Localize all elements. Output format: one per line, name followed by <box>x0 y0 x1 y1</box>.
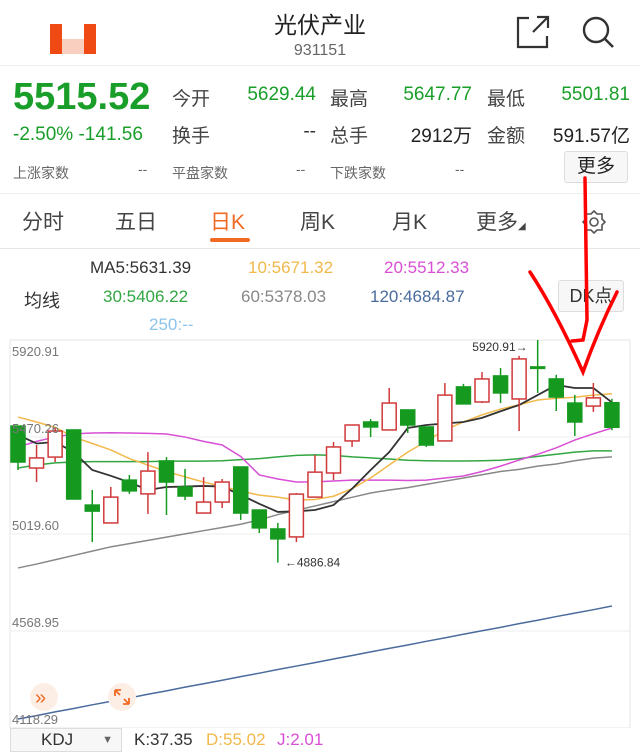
kdj-j-value: J:2.01 <box>277 730 324 749</box>
tab-more-label: 更多 <box>476 211 518 234</box>
up-count-value: -- <box>138 161 148 177</box>
tab-monthly-k[interactable]: 月K <box>392 206 427 236</box>
amount-label: 金额 <box>487 126 526 147</box>
tab-daily-k[interactable]: 日K <box>210 206 245 236</box>
candle-body <box>251 509 268 529</box>
last-price: 5515.52 <box>13 76 151 118</box>
tab-intraday[interactable]: 分时 <box>22 206 64 236</box>
candle-body <box>270 528 286 540</box>
high-value: 5647.77 <box>403 84 472 105</box>
y-tick-label: 5470.26 <box>12 421 59 436</box>
y-tick-label: 4118.29 <box>12 712 58 727</box>
y-tick-label: 5019.60 <box>12 518 59 533</box>
up-count-label: 上涨家数 <box>13 165 69 181</box>
turnover-value: -- <box>303 121 316 142</box>
kdj-d-value: D:55.02 <box>206 730 266 749</box>
candle-body <box>585 397 602 407</box>
share-icon[interactable] <box>515 14 551 50</box>
candle-body <box>158 460 175 483</box>
settings-gear-icon[interactable] <box>581 209 607 235</box>
candle-body <box>214 481 230 503</box>
candle-body <box>103 496 119 524</box>
tab-more[interactable]: 更多◢ <box>476 206 526 236</box>
turnover-label: 换手 <box>172 126 211 147</box>
candle-body <box>362 421 379 428</box>
ma30-value: 30:5406.22 <box>103 287 189 306</box>
candle-body <box>232 466 249 514</box>
change-abs: -141.56 <box>78 124 143 145</box>
candle-body <box>65 429 82 500</box>
ma20-value: 20:5512.33 <box>384 258 470 277</box>
candle-body <box>140 470 156 495</box>
dropdown-triangle-icon: ◢ <box>518 221 526 232</box>
candle-body <box>529 366 546 370</box>
amount-value: 591.57亿 <box>552 126 630 147</box>
candle-body <box>288 493 305 538</box>
expand-chart-button[interactable] <box>108 683 136 711</box>
low-label: 最低 <box>487 89 526 110</box>
volume-value: 2912万 <box>410 126 472 147</box>
header: 光伏产业 931151 <box>0 0 640 66</box>
ma5-value: MA5:5631.39 <box>90 258 192 277</box>
candle-body <box>381 402 397 431</box>
candle-body <box>307 471 323 498</box>
candle-body <box>567 402 583 423</box>
ma60-value: 60:5378.03 <box>241 287 327 306</box>
candle-body <box>492 375 509 394</box>
ma120-line <box>17 605 613 720</box>
candle-body <box>325 446 342 474</box>
double-chevron-icon: » <box>35 687 46 709</box>
flat-count-label: 平盘家数 <box>172 165 228 181</box>
candle-body <box>84 504 100 512</box>
candle-body <box>195 501 212 514</box>
tab-five-day[interactable]: 五日 <box>115 206 157 236</box>
active-tab-indicator <box>210 238 250 242</box>
tab-weekly-k[interactable]: 周K <box>300 206 335 236</box>
y-tick-label: 5920.91 <box>12 344 59 359</box>
indicator-select[interactable]: KDJ ▼ <box>10 728 122 752</box>
price-change: -2.50% -141.56 <box>13 124 143 146</box>
more-quote-button[interactable]: 更多 <box>564 151 628 183</box>
down-count-label: 下跌家数 <box>330 165 386 181</box>
min-price-label: ←4886.84 <box>285 556 341 570</box>
candle-body <box>28 457 45 469</box>
candle-body <box>455 386 472 405</box>
down-count-value: -- <box>455 161 465 177</box>
ma120-value: 120:4684.87 <box>370 287 465 306</box>
candle-body <box>121 479 138 492</box>
candle-body <box>511 358 527 400</box>
high-label: 最高 <box>330 89 369 110</box>
candle-body <box>400 409 416 426</box>
dk-point-button[interactable]: DK点 <box>558 280 624 312</box>
candle-body <box>474 378 490 403</box>
ma250-value: 250:-- <box>149 315 194 334</box>
candlestick-chart[interactable]: 5920.91 5470.26 5019.60 4568.95 4118.29 5920.… <box>0 336 640 728</box>
open-value: 5629.44 <box>247 84 316 105</box>
flat-count-value: -- <box>296 161 306 177</box>
period-tabs: 分时 五日 日K 周K 月K 更多◢ <box>0 193 640 249</box>
y-tick-label: 4568.95 <box>12 615 59 630</box>
max-price-label: 5920.91→ <box>472 340 527 354</box>
search-icon[interactable] <box>580 14 616 50</box>
candle-body <box>548 378 564 398</box>
ma-legend-title: 均线 <box>24 291 60 311</box>
candle-body <box>177 486 193 497</box>
dropdown-arrow-icon: ▼ <box>102 734 113 746</box>
open-label: 今开 <box>172 89 211 110</box>
candle-body <box>604 401 620 429</box>
change-pct: -2.50% <box>13 124 74 145</box>
candle-body <box>437 394 453 442</box>
kdj-k-value: K:37.35 <box>134 730 193 749</box>
low-value: 5501.81 <box>561 84 630 105</box>
volume-label: 总手 <box>330 126 369 147</box>
candle-body <box>344 424 360 442</box>
indicator-name: KDJ <box>41 730 74 749</box>
candle-body <box>418 426 435 446</box>
ma10-value: 10:5671.32 <box>248 258 334 277</box>
